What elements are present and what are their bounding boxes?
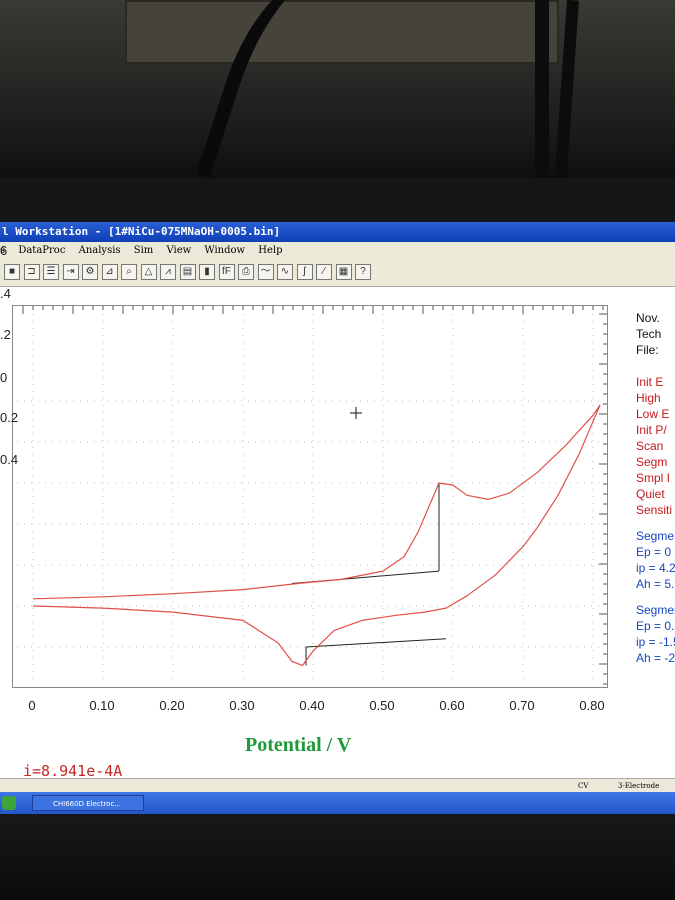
pen-icon[interactable]: ⁄ — [316, 264, 332, 280]
param-init-e: Init E — [636, 375, 664, 389]
wave-icon[interactable]: 〜 — [257, 264, 274, 280]
status-electrode: 3-Electrode — [618, 782, 660, 790]
param-sensitivity: Sensiti — [636, 503, 673, 517]
param-file: File: — [636, 343, 659, 357]
segment1-title: Segme — [636, 529, 675, 543]
param-tech: Tech — [636, 327, 662, 341]
menu-item-dataproc[interactable]: DataProc — [18, 245, 65, 256]
cv-cathodic-curve — [32, 404, 601, 666]
x-tick-label: 0.70 — [509, 698, 535, 713]
monitor-bezel-top — [0, 178, 675, 222]
y-tick-label: 6 — [0, 243, 8, 258]
param-date: Nov. — [636, 311, 660, 325]
y-tick-label: 0 — [0, 370, 8, 385]
menu-item-help[interactable]: Help — [258, 245, 282, 256]
background-room — [0, 0, 675, 180]
print-icon[interactable]: ⎙ — [238, 264, 254, 280]
y-tick-label: 0.2 — [0, 410, 19, 425]
x-tick-label: 0.30 — [229, 698, 255, 713]
segment1-ip: ip = 4.2 — [636, 561, 675, 575]
x-axis-label: Potential / V — [245, 734, 352, 756]
x-tick-label: 0.40 — [299, 698, 325, 713]
monitor-bezel-bottom — [0, 814, 675, 900]
param-low-e: Low E — [636, 407, 670, 421]
fp-icon[interactable]: fF — [218, 264, 235, 280]
param-sample-interval: Smpl I — [636, 471, 671, 485]
monitor-screen: l Workstation - [1#NiCu-075MNaOH-0005.bi… — [0, 222, 675, 814]
save-icon[interactable]: ⊐ — [23, 264, 40, 280]
parameter-panel: Nov. Tech File: Init E High Low E Init P… — [636, 310, 675, 666]
param-quiet-time: Quiet — [636, 487, 665, 501]
param-segment: Segm — [636, 455, 668, 469]
menu-item-window[interactable]: Window — [204, 245, 245, 256]
param-high-e: High — [636, 391, 661, 405]
trace-icon[interactable]: ⩘ — [160, 264, 176, 280]
segment2-ip: ip = -1.5 — [636, 635, 675, 649]
zoom-icon[interactable]: ⌕ — [121, 264, 137, 280]
plot-area[interactable] — [13, 306, 607, 687]
segment1-ah: Ah = 5. — [636, 577, 675, 591]
peak-icon[interactable]: △ — [140, 264, 157, 280]
menu-item-analysis[interactable]: Analysis — [79, 245, 121, 256]
y-tick-label: .4 — [0, 286, 11, 301]
peak-baseline — [305, 638, 447, 648]
param-scan-rate: Scan — [636, 439, 664, 453]
segment2-title: Segmer — [636, 603, 675, 617]
cv-anodic-curve — [32, 404, 601, 600]
help-icon[interactable]: ? — [355, 264, 371, 280]
calc-icon[interactable]: ▦ — [335, 264, 352, 280]
options-icon[interactable]: ⚙ — [82, 264, 98, 280]
taskbar-app-button[interactable]: CHI660D Electroc... — [32, 795, 144, 811]
menu-item-sim[interactable]: Sim — [134, 245, 154, 256]
segment2-ah: Ah = -2. — [636, 651, 675, 665]
x-tick-label: 0.20 — [159, 698, 185, 713]
window-title[interactable]: l Workstation - [1#NiCu-075MNaOH-0005.bi… — [0, 222, 675, 242]
toolbar: ■ ⊐ ☰ ⇥ ⚙ ⊿ ⌕ △ ⩘ ▤ ▮ fF ⎙ 〜 ∿ ʃ ⁄ ▦? — [0, 260, 675, 287]
x-tick-label: 0 — [28, 698, 36, 713]
deriv-icon[interactable]: ʃ — [296, 264, 313, 280]
x-tick-label: 0.10 — [89, 698, 115, 713]
status-technique: CV — [578, 782, 589, 790]
cable — [535, 0, 549, 180]
segment1-ep: Ep = 0 — [636, 545, 672, 559]
y-tick-label: 0.4 — [0, 452, 19, 467]
smooth-icon[interactable]: ∿ — [277, 264, 293, 280]
overlay-icon[interactable]: ▤ — [179, 264, 196, 280]
x-tick-label: 0.80 — [579, 698, 605, 713]
graph-icon[interactable]: ⇥ — [62, 264, 79, 280]
taskbar: CHI660D Electroc... — [0, 792, 675, 814]
x-tick-label: 0.60 — [439, 698, 465, 713]
open-icon[interactable]: ■ — [4, 264, 20, 280]
x-tick-label: 0.50 — [369, 698, 395, 713]
status-bar: CV 3-Electrode — [0, 778, 675, 793]
y-tick-label: .2 — [0, 327, 11, 342]
fit-icon[interactable]: ⊿ — [101, 264, 118, 280]
menu-bar: s DataProc Analysis Sim View Window Help — [0, 242, 675, 260]
param-init-pn: Init P/ — [636, 423, 667, 437]
undo-icon[interactable]: ☰ — [43, 264, 59, 280]
start-icon[interactable] — [2, 796, 16, 810]
menu-item-view[interactable]: View — [166, 245, 191, 256]
plot-frame — [12, 305, 608, 688]
segment2-ep: Ep = 0. — [636, 619, 675, 633]
color-icon[interactable]: ▮ — [199, 264, 215, 280]
